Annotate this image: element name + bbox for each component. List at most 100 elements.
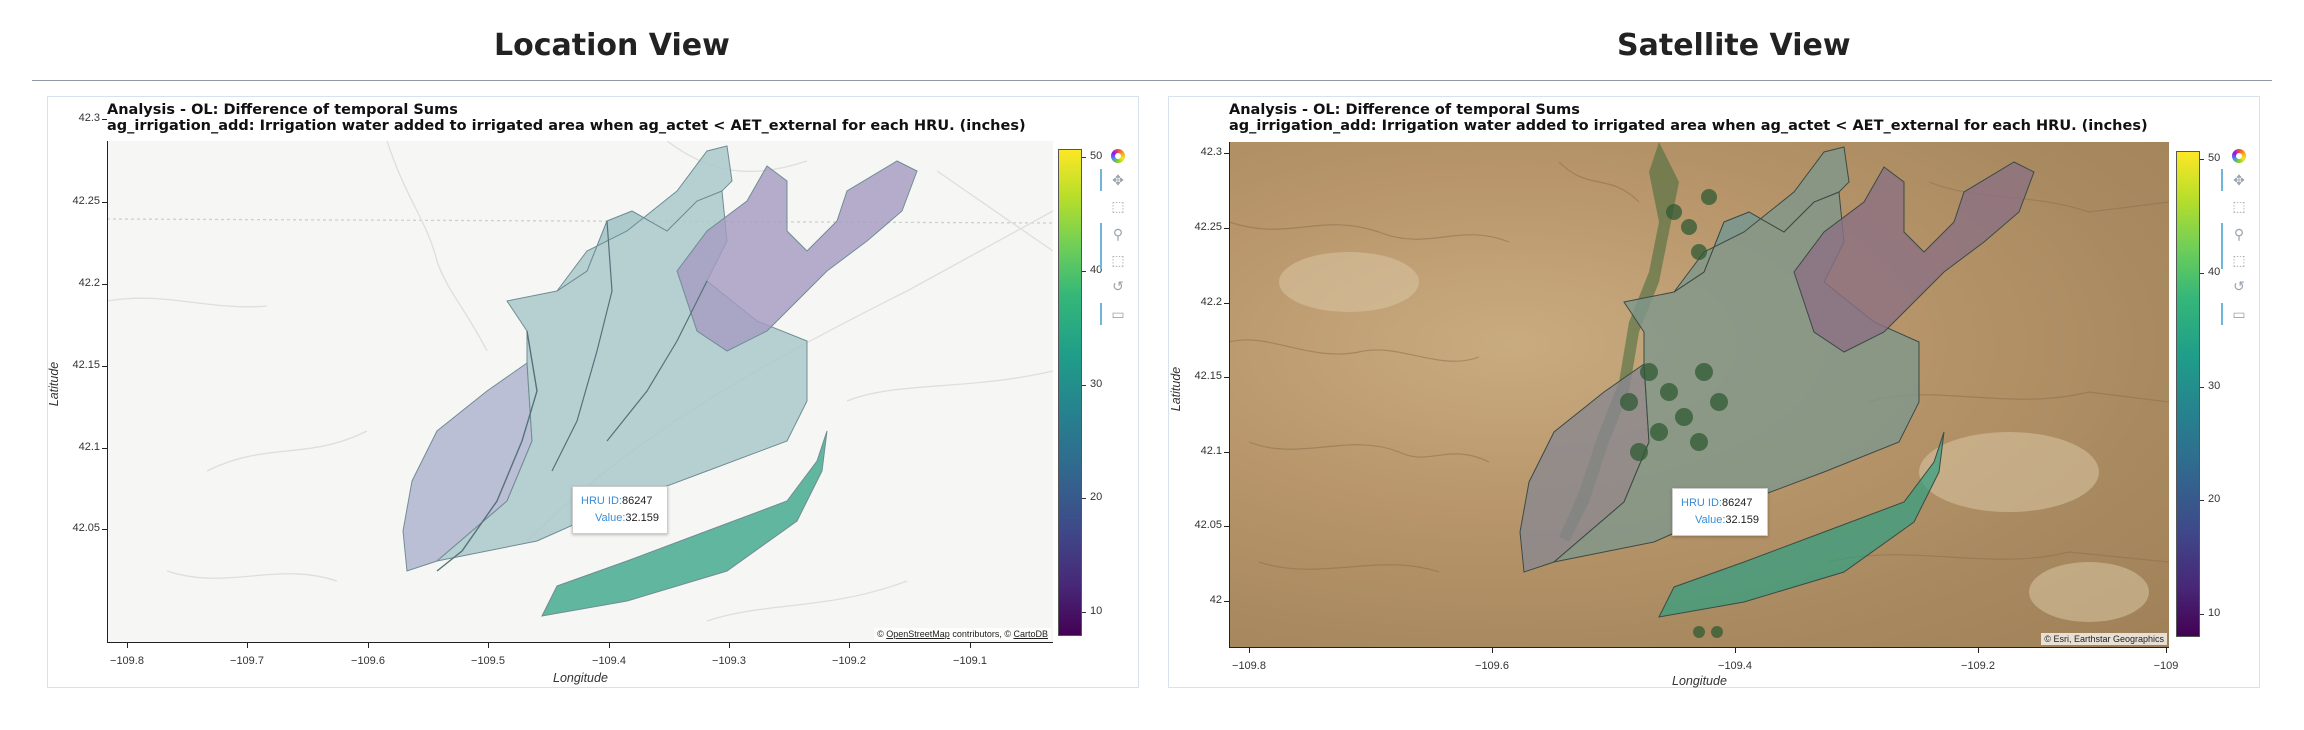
pivot-field bbox=[1630, 443, 1648, 461]
x-tick bbox=[488, 643, 489, 648]
x-tick bbox=[849, 643, 850, 648]
colorbar bbox=[1058, 149, 1082, 636]
road-line bbox=[386, 141, 488, 352]
terrain-patch bbox=[2029, 562, 2149, 622]
x-tick bbox=[970, 643, 971, 648]
tooltip-value-value: 32.159 bbox=[1725, 514, 1760, 526]
x-tick-label: −109.3 bbox=[712, 655, 746, 667]
y-tick bbox=[102, 366, 107, 367]
y-tick bbox=[102, 284, 107, 285]
heading-divider bbox=[32, 80, 2272, 81]
x-tick bbox=[247, 643, 248, 648]
reset-icon[interactable]: ↺ bbox=[2226, 275, 2252, 297]
box-select-icon[interactable]: ⬚ bbox=[2226, 249, 2252, 271]
colorbar-label: 20 bbox=[2208, 493, 2221, 505]
x-axis-title: Longitude bbox=[553, 671, 608, 685]
wheel-zoom-icon[interactable]: ⚲ bbox=[1105, 223, 1131, 245]
terrain-ridge bbox=[1258, 561, 1440, 573]
pan-icon[interactable]: ✥ bbox=[2226, 169, 2252, 191]
hover-tooltip: HRU ID:86247 Value:32.159 bbox=[572, 486, 669, 534]
pivot-field bbox=[1675, 408, 1693, 426]
box-select-icon[interactable]: ⬚ bbox=[1105, 249, 1131, 271]
road-line bbox=[107, 297, 268, 308]
road-line bbox=[666, 141, 808, 172]
pivot-field bbox=[1710, 393, 1728, 411]
hover-icon[interactable]: ▭ bbox=[2226, 303, 2252, 325]
map-canvas-satellite[interactable]: HRU ID:86247 Value:32.159 © Esri, Earths… bbox=[1229, 142, 2169, 647]
satellite-view-panel: Analysis - OL: Difference of temporal Su… bbox=[1168, 96, 2260, 688]
colorbar-label: 10 bbox=[2208, 607, 2221, 619]
pivot-field bbox=[1681, 219, 1697, 235]
pivot-field bbox=[1693, 626, 1705, 638]
road-line bbox=[206, 430, 368, 472]
y-tick-label: 42.25 bbox=[72, 195, 100, 207]
plot-title-line1: Analysis - OL: Difference of temporal Su… bbox=[107, 102, 458, 118]
view-heading-satellite: Satellite View bbox=[1617, 28, 1851, 63]
y-tick-label: 42.05 bbox=[1194, 519, 1222, 531]
plot-toolbar: ✥ ⬚ ⚲ ⬚ ↺ ▭ bbox=[1100, 145, 1135, 345]
x-tick-label: −109.4 bbox=[1718, 660, 1752, 672]
pivot-field bbox=[1640, 363, 1658, 381]
road-line bbox=[107, 218, 1053, 224]
x-tick bbox=[1492, 648, 1493, 653]
attribution-prefix: © bbox=[877, 629, 887, 639]
terrain-ridge bbox=[1828, 551, 2169, 563]
tooltip-value-label: Value: bbox=[1695, 514, 1726, 526]
road-line bbox=[936, 170, 1053, 252]
bokeh-logo-icon[interactable] bbox=[2226, 145, 2252, 167]
terrain-ridge bbox=[1558, 161, 1640, 203]
colorbar-tick bbox=[1082, 385, 1086, 386]
tooltip-id-value: 86247 bbox=[1721, 497, 1753, 509]
colorbar-tick bbox=[1082, 157, 1086, 158]
pivot-field bbox=[1691, 244, 1707, 260]
y-tick-label: 42.05 bbox=[72, 522, 100, 534]
attribution-link-osm[interactable]: OpenStreetMap bbox=[886, 629, 950, 639]
tool-active-indicator bbox=[1100, 169, 1102, 191]
y-tick bbox=[1224, 526, 1229, 527]
pivot-field bbox=[1695, 363, 1713, 381]
y-tick-label: 42.15 bbox=[1194, 370, 1222, 382]
tooltip-id-label: HRU ID: bbox=[1681, 497, 1722, 509]
tool-active-indicator bbox=[1100, 223, 1102, 269]
colorbar-label: 30 bbox=[2208, 380, 2221, 392]
colorbar-tick bbox=[1082, 271, 1086, 272]
y-tick-label: 42.3 bbox=[78, 112, 100, 124]
colorbar-label: 30 bbox=[1090, 378, 1103, 390]
attribution-link-carto[interactable]: CartoDB bbox=[1013, 629, 1048, 639]
colorbar-tick bbox=[2200, 159, 2204, 160]
pivot-field bbox=[1666, 204, 1682, 220]
pivot-field bbox=[1620, 393, 1638, 411]
plot-title-line2: ag_irrigation_add: Irrigation water adde… bbox=[107, 118, 1026, 134]
x-axis-title: Longitude bbox=[1672, 674, 1727, 688]
box-zoom-icon[interactable]: ⬚ bbox=[2226, 195, 2252, 217]
pan-icon[interactable]: ✥ bbox=[1105, 169, 1131, 191]
y-tick bbox=[102, 119, 107, 120]
reset-icon[interactable]: ↺ bbox=[1105, 275, 1131, 297]
location-view-panel: Analysis - OL: Difference of temporal Su… bbox=[47, 96, 1139, 688]
tool-active-indicator bbox=[2221, 169, 2223, 191]
y-tick-label: 42.2 bbox=[78, 277, 100, 289]
tooltip-value-label: Value: bbox=[595, 512, 626, 524]
box-zoom-icon[interactable]: ⬚ bbox=[1105, 195, 1131, 217]
x-tick bbox=[1249, 648, 1250, 653]
colorbar-tick bbox=[2200, 387, 2204, 388]
y-tick-label: 42.25 bbox=[1194, 221, 1222, 233]
x-axis bbox=[1229, 647, 2169, 648]
tool-active-indicator bbox=[1100, 303, 1102, 325]
tool-active-indicator bbox=[2221, 303, 2223, 325]
view-heading-location: Location View bbox=[494, 28, 730, 63]
attribution-text: © Esri, Earthstar Geographics bbox=[2044, 634, 2164, 644]
map-canvas-light[interactable]: HRU ID:86247 Value:32.159 © OpenStreetMa… bbox=[107, 141, 1053, 642]
plot-toolbar: ✥ ⬚ ⚲ ⬚ ↺ ▭ bbox=[2221, 145, 2256, 345]
bokeh-logo-icon[interactable] bbox=[1105, 145, 1131, 167]
x-tick-label: −109.2 bbox=[832, 655, 866, 667]
terrain-ridge bbox=[1229, 221, 1510, 243]
tooltip-id-value: 86247 bbox=[621, 495, 653, 507]
x-tick bbox=[368, 643, 369, 648]
plot-title-line2: ag_irrigation_add: Irrigation water adde… bbox=[1229, 118, 2148, 134]
y-tick-label: 42.2 bbox=[1200, 296, 1222, 308]
y-tick bbox=[1224, 303, 1229, 304]
colorbar-label: 40 bbox=[2208, 266, 2221, 278]
wheel-zoom-icon[interactable]: ⚲ bbox=[2226, 223, 2252, 245]
hover-icon[interactable]: ▭ bbox=[1105, 303, 1131, 325]
